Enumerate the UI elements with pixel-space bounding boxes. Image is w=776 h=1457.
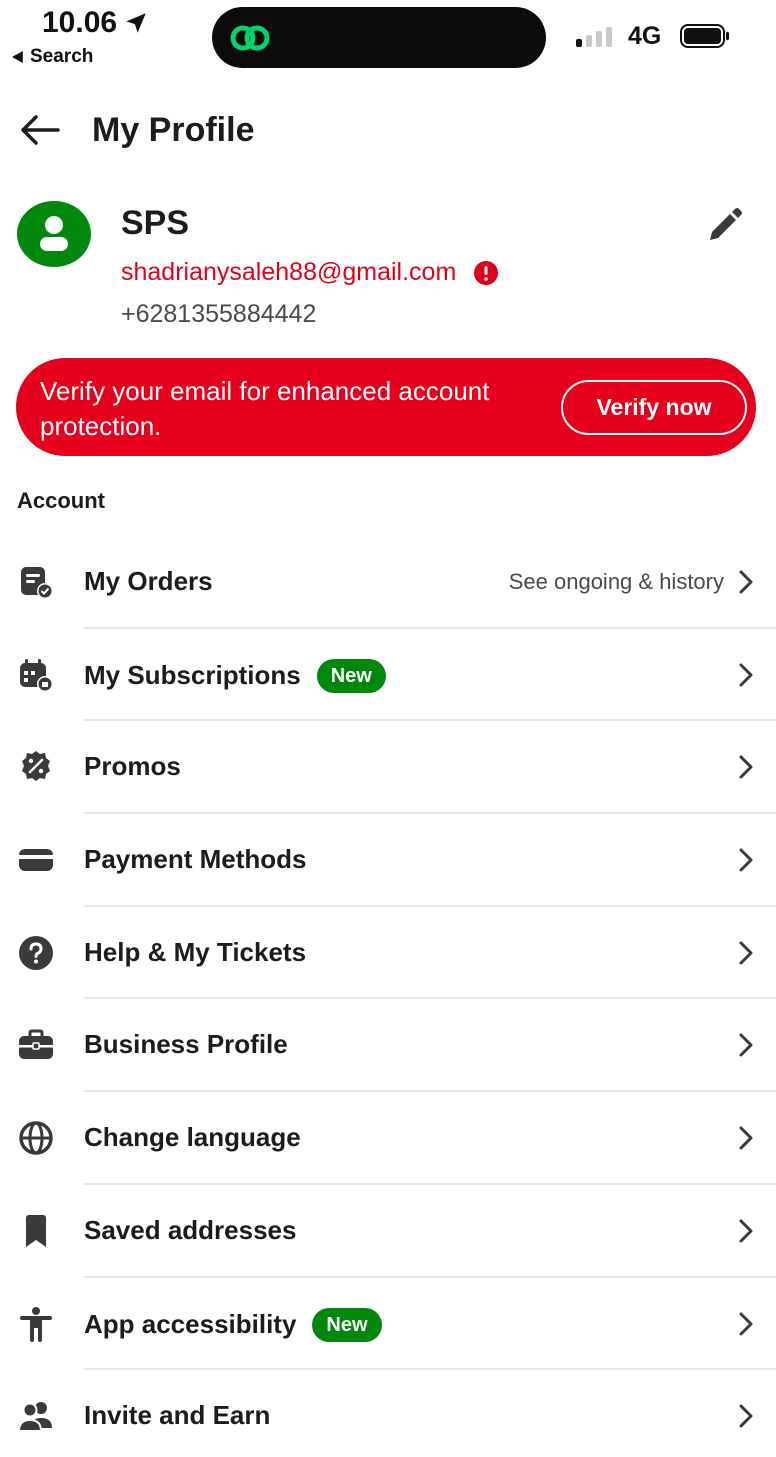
briefcase-icon [19,1029,53,1060]
verify-email-banner: Verify your email for enhanced account p… [16,358,756,456]
menu-item-my-subscriptions[interactable]: My Subscriptions New [0,629,776,722]
menu-item-promos[interactable]: Promos [0,721,776,815]
back-to-search-label: Search [30,46,94,67]
menu-item-saved-addresses[interactable]: Saved addresses [0,1185,776,1278]
avatar [17,201,91,267]
status-time: 10.06 [42,6,149,40]
menu-item-help-tickets[interactable]: Help & My Tickets [0,907,776,1000]
menu-item-subtext: See ongoing & history [508,569,724,594]
subscriptions-icon [20,658,53,692]
gojek-logo-icon [230,25,270,51]
chevron-right-icon [739,1312,753,1335]
battery-icon [680,24,729,48]
profile-phone: +6281355884442 [121,300,317,328]
back-to-search-link[interactable]: Search [12,46,93,68]
menu-item-my-orders[interactable]: My Orders See ongoing & history [0,536,776,629]
menu-item-label: Change language [84,1122,301,1153]
new-badge: New [316,658,386,693]
page-header: My Profile [0,96,776,166]
menu-item-label: My Orders [84,566,213,596]
menu-item-label: Help & My Tickets [84,936,307,967]
menu-item-label: Promos [84,751,181,782]
user-icon [40,216,68,251]
verify-now-button[interactable]: Verify now [561,380,747,435]
signal-strength-icon [576,27,612,47]
chevron-right-icon [739,1219,753,1243]
section-title-account: Account [17,488,105,513]
users-icon [18,1402,52,1433]
status-bar: 10.06 Search 4G [0,0,776,76]
chevron-right-icon [739,1404,753,1428]
dynamic-island [212,7,546,68]
menu-item-business-profile[interactable]: Business Profile [0,999,776,1093]
menu-item-payment-methods[interactable]: Payment Methods [0,814,776,907]
globe-icon [19,1121,53,1155]
menu-item-label: My Subscriptions New [84,658,386,693]
back-arrow-icon[interactable] [18,110,62,150]
profile-email: shadrianysaleh88@gmail.com [121,258,457,286]
promo-icon [22,751,50,782]
menu-item-label: Saved addresses [84,1214,297,1245]
menu-item-label: App accessibility New [84,1307,382,1342]
chevron-right-icon [739,570,753,594]
chevron-right-icon [739,663,753,687]
menu-item-label: Business Profile [84,1029,288,1060]
chevron-right-icon [739,755,753,779]
edit-pencil-icon[interactable] [704,206,744,246]
account-menu: My Orders See ongoing & history My Subsc… [0,536,776,1457]
back-triangle-icon [12,51,23,63]
menu-item-invite-earn[interactable]: Invite and Earn [0,1370,776,1457]
chevron-right-icon [739,1033,753,1057]
chevron-right-icon [739,848,753,872]
time-text: 10.06 [42,6,118,39]
card-icon [19,849,53,872]
chevron-right-icon [739,1126,753,1150]
profile-name: SPS [121,204,190,242]
menu-item-label: Payment Methods [84,844,307,875]
page-title: My Profile [92,111,255,149]
location-arrow-icon [126,13,146,33]
orders-icon [21,567,53,599]
help-icon [19,935,53,970]
menu-item-change-language[interactable]: Change language [0,1092,776,1185]
alert-icon [474,260,499,285]
menu-item-app-accessibility[interactable]: App accessibility New [0,1278,776,1371]
bookmark-icon [26,1214,46,1247]
new-badge: New [312,1307,382,1342]
profile-email-row: shadrianysaleh88@gmail.com [121,258,499,287]
network-type: 4G [628,22,662,50]
menu-item-label: Invite and Earn [84,1400,271,1431]
chevron-right-icon [739,941,753,965]
accessibility-icon [20,1306,52,1342]
verify-banner-message: Verify your email for enhanced account p… [40,376,490,441]
